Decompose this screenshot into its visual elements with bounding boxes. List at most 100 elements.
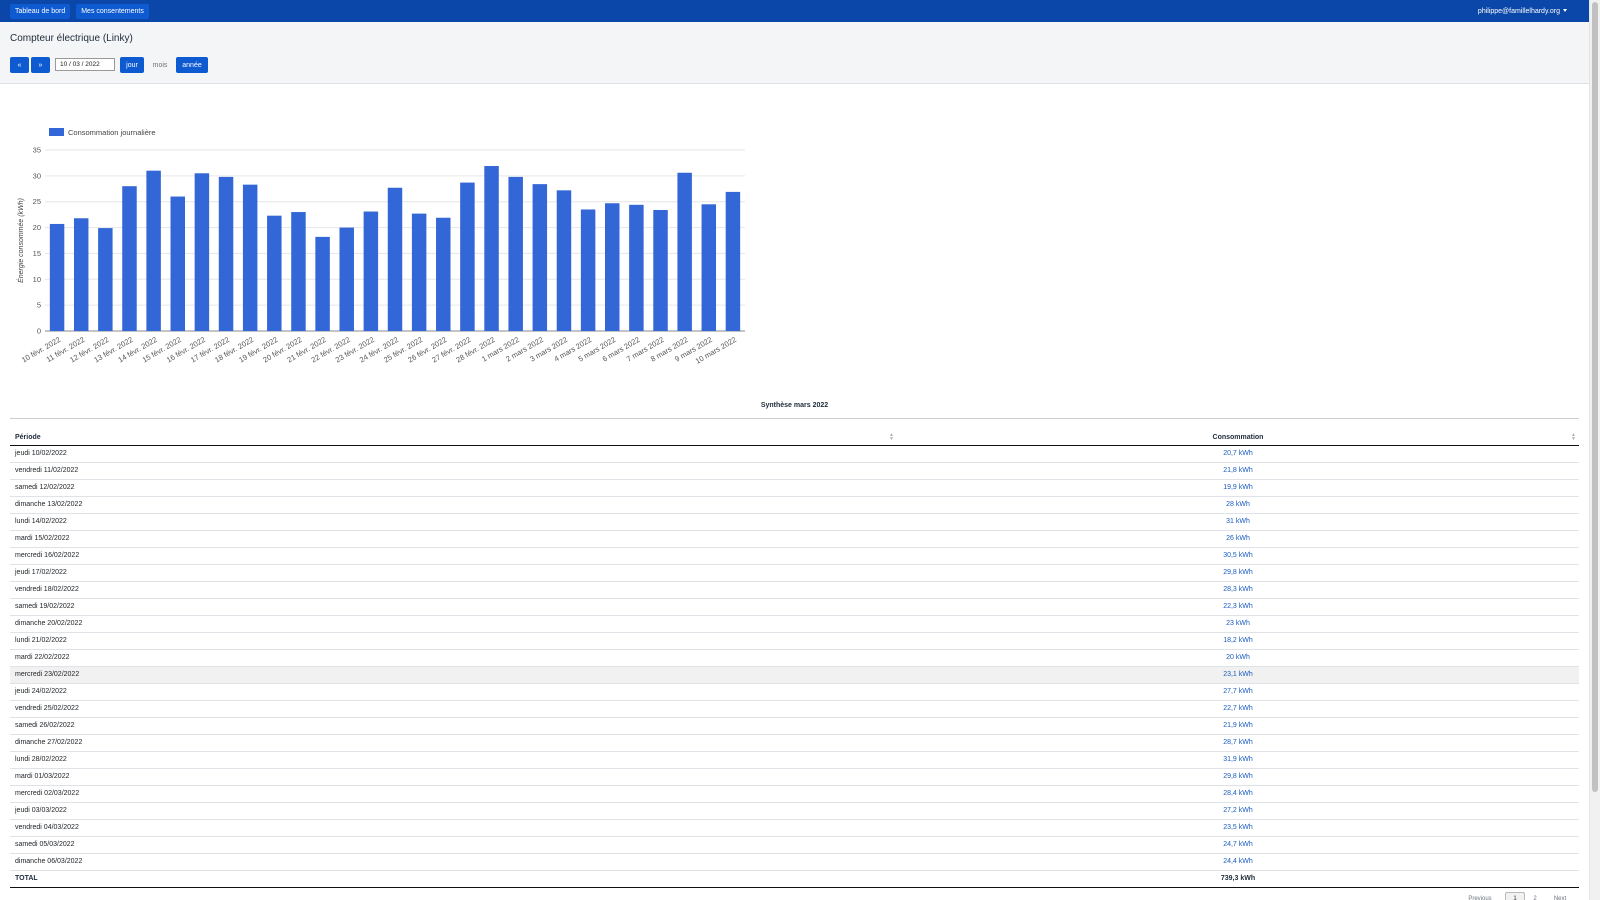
period-cell: mercredi 02/03/2022 xyxy=(10,785,897,803)
period-cell: samedi 05/03/2022 xyxy=(10,836,897,854)
consumption-cell: 27,7 kWh xyxy=(897,683,1579,701)
table-row: jeudi 17/02/2022 29,8 kWh xyxy=(10,564,1579,582)
consumption-cell: 29,8 kWh xyxy=(897,564,1579,582)
scrollbar-thumb[interactable] xyxy=(1592,2,1598,792)
table-row: mercredi 02/03/2022 28,4 kWh xyxy=(10,785,1579,803)
page-header: Compteur électrique (Linky) « » jour moi… xyxy=(0,22,1589,84)
period-cell: lundi 28/02/2022 xyxy=(10,751,897,769)
consumption-cell: 21,8 kWh xyxy=(897,462,1579,480)
chart-bar xyxy=(580,209,596,331)
y-tick-label: 5 xyxy=(37,301,41,310)
chart-bar xyxy=(339,227,354,331)
chart-bar xyxy=(218,176,234,331)
chart-bar xyxy=(677,172,692,331)
column-header-consumption[interactable]: Consommation ▲ ▼ xyxy=(897,430,1579,446)
pagination-page-2[interactable]: 2 xyxy=(1528,892,1542,900)
period-cell: samedi 26/02/2022 xyxy=(10,717,897,735)
table-row: samedi 05/03/2022 24,7 kWh xyxy=(10,836,1579,854)
consumption-cell: 18,2 kWh xyxy=(897,632,1579,650)
consumption-cell: 20,7 kWh xyxy=(897,445,1579,463)
y-tick-label: 0 xyxy=(37,327,41,336)
sort-icon: ▲ ▼ xyxy=(1571,432,1576,442)
table-row: vendredi 25/02/2022 22,7 kWh xyxy=(10,700,1579,718)
y-tick-label: 20 xyxy=(33,223,41,232)
period-cell: mardi 15/02/2022 xyxy=(10,530,897,548)
vertical-scrollbar[interactable] xyxy=(1589,0,1600,900)
table-row: dimanche 20/02/2022 23 kWh xyxy=(10,615,1579,633)
table-row: vendredi 04/03/2022 23,5 kWh xyxy=(10,819,1579,837)
period-cell: samedi 19/02/2022 xyxy=(10,598,897,616)
chart-bar xyxy=(98,228,113,331)
chart-bar xyxy=(556,190,572,331)
total-row: TOTAL 739,3 kWh xyxy=(10,870,1579,888)
dashboard-link[interactable]: Tableau de bord xyxy=(10,3,71,19)
top-navbar: Tableau de bord Mes consentements philip… xyxy=(0,0,1589,22)
y-tick-label: 35 xyxy=(33,146,41,155)
consumption-cell: 20 kWh xyxy=(897,649,1579,667)
table-title: Synthèse mars 2022 xyxy=(760,402,829,409)
period-cell: jeudi 17/02/2022 xyxy=(10,564,897,582)
chart-bar xyxy=(242,184,258,331)
caret-down-icon xyxy=(1563,9,1567,13)
period-cell: dimanche 27/02/2022 xyxy=(10,734,897,752)
table-row: jeudi 03/03/2022 27,2 kWh xyxy=(10,802,1579,820)
consumption-cell: 28,3 kWh xyxy=(897,581,1579,599)
chart-bar xyxy=(267,215,282,331)
summary-table: Période ▲ ▼ Consommation ▲ ▼ jeudi 10/02/2… xyxy=(10,430,1579,888)
consumption-cell: 24,4 kWh xyxy=(897,853,1579,871)
consumption-chart: Consommation journalière 0 5 10 15 20 25 30 35 Én… xyxy=(0,120,760,390)
pagination-previous[interactable]: Previous xyxy=(1465,892,1495,900)
pagination-next[interactable]: Next xyxy=(1546,892,1574,900)
chart-bar xyxy=(49,223,65,331)
period-cell: mercredi 23/02/2022 xyxy=(10,666,897,684)
chart-bar xyxy=(194,173,210,331)
table-row: samedi 19/02/2022 22,3 kWh xyxy=(10,598,1579,616)
pagination-page-1[interactable]: 1 xyxy=(1505,892,1525,900)
period-cell: lundi 14/02/2022 xyxy=(10,513,897,531)
table-row: mardi 15/02/2022 26 kWh xyxy=(10,530,1579,548)
table-row: mercredi 23/02/2022 23,1 kWh xyxy=(10,666,1579,684)
next-period-button[interactable]: » xyxy=(31,57,50,73)
period-cell: samedi 12/02/2022 xyxy=(10,479,897,497)
consents-link[interactable]: Mes consentements xyxy=(76,3,149,19)
chart-bar xyxy=(701,204,717,331)
period-cell: vendredi 11/02/2022 xyxy=(10,462,897,480)
y-tick-label: 30 xyxy=(33,171,41,180)
chart-bar xyxy=(411,213,427,331)
consumption-cell: 23,5 kWh xyxy=(897,819,1579,837)
consumption-cell: 31 kWh xyxy=(897,513,1579,531)
table-row: samedi 12/02/2022 19,9 kWh xyxy=(10,479,1579,497)
consumption-cell: 27,2 kWh xyxy=(897,802,1579,820)
consumption-cell: 29,8 kWh xyxy=(897,768,1579,786)
period-cell: vendredi 18/02/2022 xyxy=(10,581,897,599)
table-row: vendredi 18/02/2022 28,3 kWh xyxy=(10,581,1579,599)
period-cell: dimanche 06/03/2022 xyxy=(10,853,897,871)
chart-bar xyxy=(725,191,741,331)
chart-bar xyxy=(629,204,644,331)
chart-bar xyxy=(460,182,475,331)
previous-period-button[interactable]: « xyxy=(10,57,29,73)
consumption-cell: 22,3 kWh xyxy=(897,598,1579,616)
user-menu[interactable]: philippe@famillelhardy.org xyxy=(1478,8,1567,15)
chart-bar xyxy=(436,217,451,331)
y-axis-label: Énergie consommée (kWh) xyxy=(16,198,25,283)
consumption-cell: 24,7 kWh xyxy=(897,836,1579,854)
table-row: dimanche 06/03/2022 24,4 kWh xyxy=(10,853,1579,871)
chart-bar xyxy=(387,187,403,331)
chart-bar xyxy=(146,170,161,331)
y-tick-label: 10 xyxy=(33,275,41,284)
consumption-cell: 30,5 kWh xyxy=(897,547,1579,565)
date-input[interactable] xyxy=(55,58,115,71)
column-header-period[interactable]: Période ▲ ▼ xyxy=(10,430,897,446)
period-cell: mardi 22/02/2022 xyxy=(10,649,897,667)
day-view-button[interactable]: jour xyxy=(120,57,144,73)
month-view-button[interactable]: mois xyxy=(146,57,174,73)
year-view-button[interactable]: année xyxy=(176,57,208,73)
consumption-cell: 28,4 kWh xyxy=(897,785,1579,803)
table-row: dimanche 27/02/2022 28,7 kWh xyxy=(10,734,1579,752)
y-tick-label: 15 xyxy=(33,249,41,258)
table-row: mercredi 16/02/2022 30,5 kWh xyxy=(10,547,1579,565)
consumption-cell: 21,9 kWh xyxy=(897,717,1579,735)
period-cell: jeudi 10/02/2022 xyxy=(10,445,897,463)
chart-bar xyxy=(170,196,185,331)
